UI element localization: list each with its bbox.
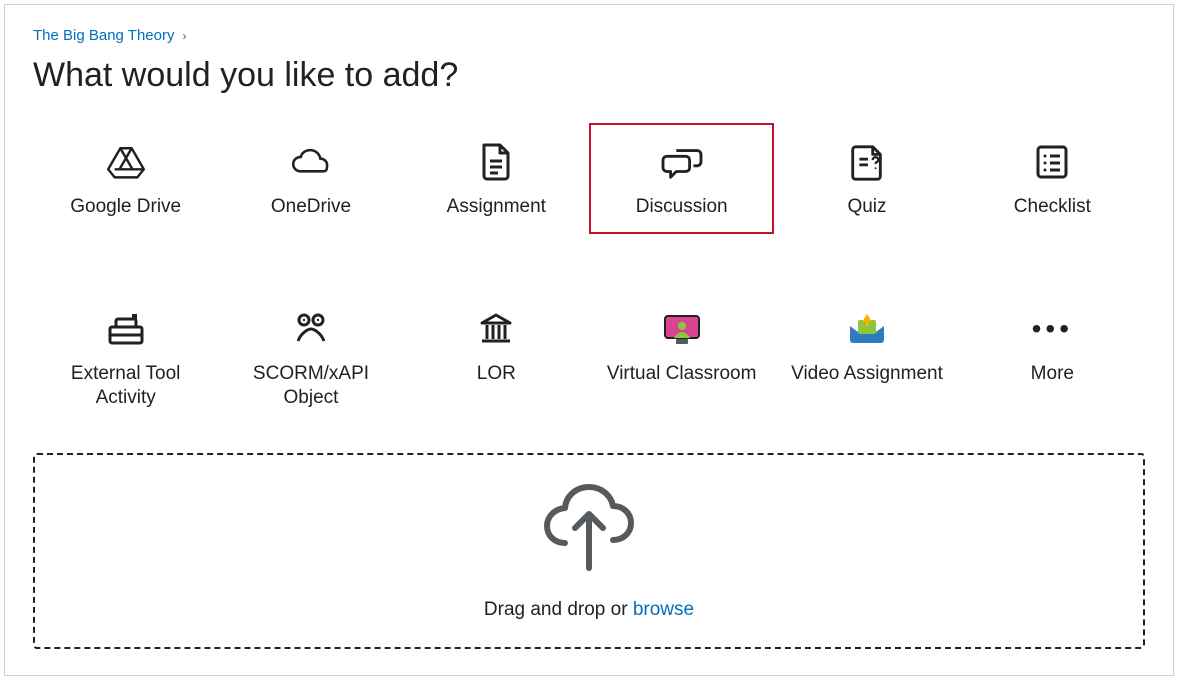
content-type-grid: Google Drive OneDrive Assignment (33, 123, 1145, 425)
option-discussion[interactable]: Discussion (589, 123, 774, 234)
scorm-icon (292, 306, 330, 352)
option-label: Google Drive (70, 195, 181, 220)
cloud-icon (289, 139, 333, 185)
add-content-panel: The Big Bang Theory › What would you lik… (4, 4, 1174, 676)
option-external-tool[interactable]: External Tool Activity (33, 290, 218, 425)
dropzone-text: Drag and drop or browse (484, 599, 694, 621)
breadcrumb-course-link[interactable]: The Big Bang Theory (33, 27, 174, 44)
option-assignment[interactable]: Assignment (404, 123, 589, 234)
quiz-icon (848, 139, 886, 185)
option-virtual-classroom[interactable]: Virtual Classroom (589, 290, 774, 425)
option-scorm-xapi[interactable]: SCORM/xAPI Object (218, 290, 403, 425)
document-icon (479, 139, 513, 185)
discussion-icon (659, 139, 705, 185)
option-label: Virtual Classroom (607, 362, 757, 387)
option-more[interactable]: ••• More (960, 290, 1145, 425)
more-dots-icon: ••• (1032, 306, 1073, 352)
browse-link[interactable]: browse (633, 599, 694, 620)
option-checklist[interactable]: Checklist (960, 123, 1145, 234)
breadcrumb: The Big Bang Theory › (33, 27, 1145, 44)
virtual-classroom-icon (660, 306, 704, 352)
chevron-right-icon: › (182, 29, 186, 43)
video-assignment-icon (846, 306, 888, 352)
google-drive-icon (106, 139, 146, 185)
toolbox-icon (106, 306, 146, 352)
option-label: More (1031, 362, 1074, 387)
option-label: LOR (477, 362, 516, 387)
checklist-icon (1034, 139, 1070, 185)
option-google-drive[interactable]: Google Drive (33, 123, 218, 234)
dropzone-text-prefix: Drag and drop or (484, 599, 633, 620)
option-onedrive[interactable]: OneDrive (218, 123, 403, 234)
file-dropzone[interactable]: Drag and drop or browse (33, 453, 1145, 649)
library-icon (478, 306, 514, 352)
option-label: SCORM/xAPI Object (226, 362, 395, 411)
option-label: OneDrive (271, 195, 351, 220)
option-video-assignment[interactable]: Video Assignment (774, 290, 959, 425)
option-label: External Tool Activity (41, 362, 210, 411)
option-quiz[interactable]: Quiz (774, 123, 959, 234)
upload-cloud-icon (539, 482, 639, 581)
option-label: Discussion (636, 195, 728, 220)
option-label: Quiz (847, 195, 886, 220)
page-title: What would you like to add? (33, 56, 1145, 95)
option-lor[interactable]: LOR (404, 290, 589, 425)
option-label: Video Assignment (791, 362, 943, 387)
option-label: Assignment (447, 195, 546, 220)
option-label: Checklist (1014, 195, 1091, 220)
